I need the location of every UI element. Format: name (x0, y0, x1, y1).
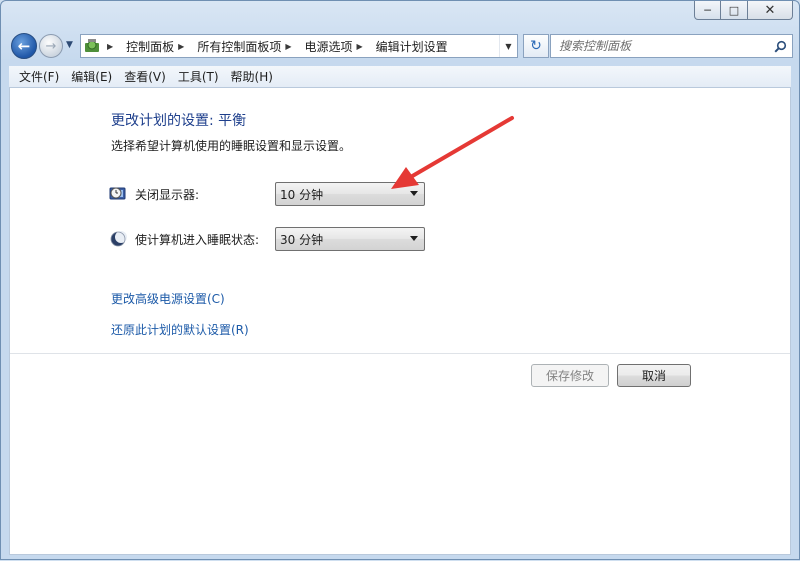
search-icon[interactable] (768, 35, 792, 57)
address-dropdown-button[interactable]: ▼ (499, 35, 517, 57)
refresh-button[interactable]: ↻ (523, 34, 549, 58)
display-off-select[interactable]: 10 分钟 (275, 182, 425, 206)
cancel-button[interactable]: 取消 (617, 364, 691, 387)
menu-file[interactable]: 文件(F) (13, 66, 65, 87)
back-button[interactable]: ← (11, 33, 37, 59)
close-button[interactable]: ✕ (748, 1, 793, 20)
content-pane: 更改计划的设置: 平衡 选择希望计算机使用的睡眠设置和显示设置。 关闭显示器: … (9, 88, 791, 555)
forward-arrow-icon: → (45, 38, 57, 54)
display-off-label: 关闭显示器: (135, 187, 200, 202)
recent-pages-dropdown[interactable]: ▼ (66, 40, 76, 50)
maximize-button[interactable]: □ (721, 1, 748, 20)
sleep-row: 使计算机进入睡眠状态: 30 分钟 (109, 227, 425, 251)
navigation-bar: ← → ▼ ▶ 控制面板 ▶ 所有控制面板项 ▶ 电源选项 ▶ 编辑计划设置 ▼… (9, 31, 793, 61)
menu-view[interactable]: 查看(V) (118, 66, 172, 87)
breadcrumb-label: 编辑计划设置 (375, 39, 448, 54)
breadcrumb-label: 所有控制面板项 (197, 39, 282, 54)
display-off-value: 10 分钟 (280, 187, 324, 202)
moon-icon (109, 230, 127, 248)
save-changes-button[interactable]: 保存修改 (531, 364, 609, 387)
control-panel-icon (81, 36, 103, 56)
search-box[interactable] (550, 34, 793, 58)
minimize-button[interactable]: ─ (694, 1, 721, 20)
refresh-icon: ↻ (530, 38, 542, 54)
divider (10, 353, 790, 354)
display-off-row: 关闭显示器: 10 分钟 (109, 182, 425, 206)
breadcrumb-label: 控制面板 (126, 39, 175, 54)
breadcrumb-power-options[interactable]: 电源选项 ▶ (305, 35, 376, 57)
address-bar[interactable]: ▶ 控制面板 ▶ 所有控制面板项 ▶ 电源选项 ▶ 编辑计划设置 ▼ (80, 34, 518, 58)
breadcrumb-label: 电源选项 (304, 39, 353, 54)
advanced-power-settings-link[interactable]: 更改高级电源设置(C) (111, 290, 225, 307)
forward-button[interactable]: → (39, 34, 63, 58)
page-subtitle: 选择希望计算机使用的睡眠设置和显示设置。 (111, 139, 352, 153)
back-arrow-icon: ← (17, 37, 31, 55)
breadcrumb-edit-plan[interactable]: 编辑计划设置 (376, 35, 454, 57)
caption-buttons: ─ □ ✕ (694, 1, 793, 20)
chevron-down-icon (410, 236, 418, 241)
chevron-down-icon (410, 191, 418, 196)
menu-tools[interactable]: 工具(T) (172, 66, 225, 87)
menu-bar: 文件(F) 编辑(E) 查看(V) 工具(T) 帮助(H) (9, 66, 791, 88)
menu-edit[interactable]: 编辑(E) (65, 66, 118, 87)
sleep-value: 30 分钟 (280, 232, 324, 247)
breadcrumb-root-chevron[interactable]: ▶ (103, 35, 126, 57)
page-title: 更改计划的设置: 平衡 (111, 113, 247, 129)
menu-help[interactable]: 帮助(H) (225, 66, 279, 87)
sleep-select[interactable]: 30 分钟 (275, 227, 425, 251)
sleep-label: 使计算机进入睡眠状态: (135, 232, 260, 247)
control-panel-window: ─ □ ✕ ← → ▼ ▶ 控制面板 ▶ 所有控制面板项 ▶ 电源选项 ▶ 编辑… (0, 0, 800, 560)
monitor-clock-icon (109, 185, 127, 203)
breadcrumb-all-items[interactable]: 所有控制面板项 ▶ (197, 35, 304, 57)
breadcrumb-control-panel[interactable]: 控制面板 ▶ (126, 35, 197, 57)
search-input[interactable] (551, 35, 768, 57)
restore-defaults-link[interactable]: 还原此计划的默认设置(R) (111, 321, 249, 338)
